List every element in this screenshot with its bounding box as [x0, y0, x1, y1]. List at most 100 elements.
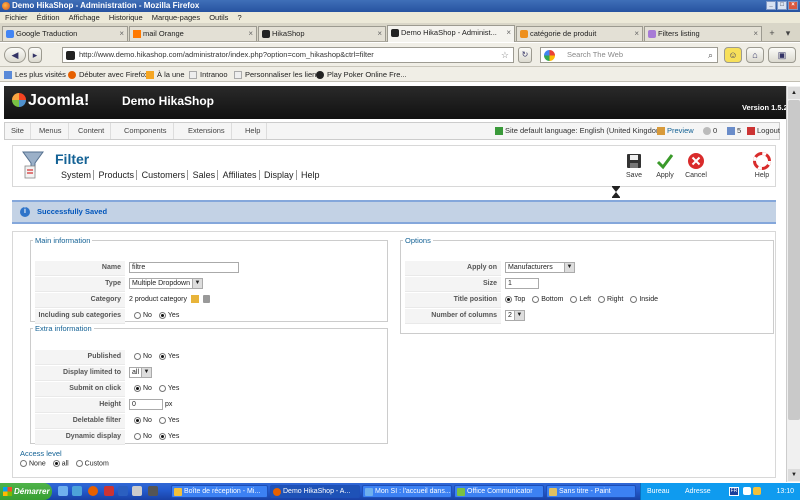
menu-marque-pages[interactable]: Marque-pages [152, 13, 200, 22]
menu-historique[interactable]: Historique [109, 13, 143, 22]
menu-outils[interactable]: Outils [209, 13, 228, 22]
addon-icon[interactable]: ☺ [724, 47, 742, 63]
close-window-button[interactable]: × [788, 1, 798, 10]
bookmark-les-plus-visites[interactable]: Les plus visités [4, 67, 66, 82]
published-no-radio[interactable] [134, 352, 141, 360]
reload-icon[interactable]: ↻ [518, 47, 532, 63]
name-field[interactable]: filtre [129, 261, 239, 273]
submit-no-radio[interactable] [134, 384, 141, 392]
page-scrollbar[interactable]: ▲ ▼ [786, 86, 800, 482]
tab-google-traduction[interactable]: Google Traduction × [2, 26, 128, 41]
home-icon[interactable]: ⌂ [746, 47, 764, 63]
subnav-display[interactable]: Display [262, 170, 297, 180]
close-tab-icon[interactable]: × [634, 27, 639, 41]
tab-categorie-de-produit[interactable]: catégorie de produit × [516, 26, 643, 41]
tab-demo-hikashop[interactable]: Demo HikaShop - Administ... × [387, 25, 515, 42]
tray-adresse[interactable]: Adresse [685, 483, 711, 500]
search-bar[interactable]: Search The Web ⌕ [540, 47, 718, 63]
apply-on-select[interactable]: Manufacturers ▼ [505, 261, 575, 273]
menu-affichage[interactable]: Affichage [69, 13, 100, 22]
menu-help[interactable]: ? [237, 13, 241, 22]
type-select[interactable]: Multiple Dropdown ▼ [129, 277, 203, 289]
add-category-icon[interactable] [190, 295, 199, 304]
menu-components[interactable]: Components [118, 123, 174, 139]
quicklaunch-ie-icon[interactable] [58, 486, 68, 496]
list-tabs-icon[interactable]: ▾ [782, 27, 794, 39]
start-button[interactable]: Démarrer [0, 483, 52, 500]
cancel-button[interactable]: Cancel [681, 152, 711, 179]
title-right-radio[interactable] [598, 295, 606, 303]
quicklaunch-more-icon[interactable] [148, 486, 158, 496]
menu-edition[interactable]: Édition [37, 13, 60, 22]
columns-select[interactable]: 2 ▼ [505, 309, 525, 321]
scroll-down-icon[interactable]: ▼ [788, 469, 800, 481]
bookmark-play-poker[interactable]: Play Poker Online Fre... [316, 67, 407, 82]
task-demo-hikashop[interactable]: Demo HikaShop - A... [270, 485, 360, 498]
size-field[interactable]: 1 [505, 277, 539, 289]
subcategories-no-radio[interactable] [134, 311, 141, 319]
language-indicator[interactable]: FR [729, 487, 739, 496]
quicklaunch-firefox-icon[interactable] [88, 486, 98, 496]
close-tab-icon[interactable]: × [753, 27, 758, 41]
trash-icon[interactable] [202, 295, 210, 304]
subnav-sales[interactable]: Sales [190, 170, 219, 180]
task-paint[interactable]: Sans titre - Paint [546, 485, 636, 498]
tray-icon[interactable] [753, 487, 761, 495]
feed-icon[interactable]: ▣ [768, 47, 796, 63]
task-mon-si[interactable]: Mon SI : l'accueil dans... [362, 485, 452, 498]
tab-filters-listing[interactable]: Filters listing × [644, 26, 762, 41]
quicklaunch-desktop-icon[interactable] [72, 486, 82, 496]
preview-link[interactable]: Preview [657, 123, 694, 139]
task-office-communicator[interactable]: Office Communicator [454, 485, 544, 498]
close-tab-icon[interactable]: × [506, 26, 511, 40]
published-yes-radio[interactable] [158, 352, 166, 360]
maximize-button[interactable]: □ [777, 1, 787, 10]
access-none-radio[interactable] [20, 460, 27, 467]
close-tab-icon[interactable]: × [119, 27, 124, 41]
help-button[interactable]: Help [747, 152, 777, 179]
title-top-radio[interactable] [505, 295, 512, 303]
menu-site[interactable]: Site [5, 123, 31, 139]
title-inside-radio[interactable] [630, 295, 638, 303]
tab-hikashop[interactable]: HikaShop × [258, 26, 386, 41]
forward-icon[interactable]: ▸ [28, 47, 42, 63]
users-count[interactable]: 5 [727, 123, 741, 139]
messages-count[interactable]: 0 [703, 123, 717, 139]
tab-mail-orange[interactable]: mail Orange × [129, 26, 257, 41]
task-boite-de-reception[interactable]: Boîte de réception - Mi... [171, 485, 268, 498]
deletable-yes-radio[interactable] [158, 416, 166, 424]
menu-content[interactable]: Content [72, 123, 112, 139]
search-icon[interactable]: ⌕ [708, 48, 713, 62]
dynamic-no-radio[interactable] [134, 432, 141, 440]
url-bar[interactable]: http://www.demo.hikashop.com/administrat… [62, 47, 514, 63]
quicklaunch-app2-icon[interactable] [132, 486, 142, 496]
minimize-button[interactable]: _ [766, 1, 776, 10]
scroll-up-icon[interactable]: ▲ [788, 87, 800, 99]
display-limited-select[interactable]: all ▼ [129, 366, 153, 378]
menu-menus[interactable]: Menus [33, 123, 69, 139]
menu-fichier[interactable]: Fichier [5, 13, 28, 22]
save-button[interactable]: Save [619, 152, 649, 179]
close-tab-icon[interactable]: × [248, 27, 253, 41]
menu-help[interactable]: Help [239, 123, 268, 139]
scrollbar-thumb[interactable] [788, 100, 800, 420]
new-tab-icon[interactable]: + [766, 27, 778, 39]
close-tab-icon[interactable]: × [377, 27, 382, 41]
dynamic-yes-radio[interactable] [158, 432, 166, 440]
access-custom-radio[interactable] [75, 460, 83, 467]
logout-link[interactable]: Logout [747, 123, 780, 139]
apply-button[interactable]: Apply [650, 152, 680, 179]
title-bottom-radio[interactable] [532, 295, 540, 303]
tray-icon[interactable] [743, 487, 751, 495]
quicklaunch-app-icon[interactable] [104, 486, 114, 496]
quicklaunch-word-icon[interactable] [118, 486, 128, 496]
subnav-affiliates[interactable]: Affiliates [220, 170, 260, 180]
height-field[interactable]: 0 [129, 398, 163, 410]
subcategories-yes-radio[interactable] [158, 311, 166, 319]
subnav-help[interactable]: Help [299, 170, 322, 180]
bookmark-debuter-avec-firefox[interactable]: Débuter avec Firefox [68, 67, 149, 82]
menu-extensions[interactable]: Extensions [182, 123, 232, 139]
bookmark-personnaliser-les-liens[interactable]: Personnaliser les liens [234, 67, 320, 82]
tray-bureau[interactable]: Bureau [647, 483, 670, 500]
back-icon[interactable]: ◀ [4, 47, 26, 63]
